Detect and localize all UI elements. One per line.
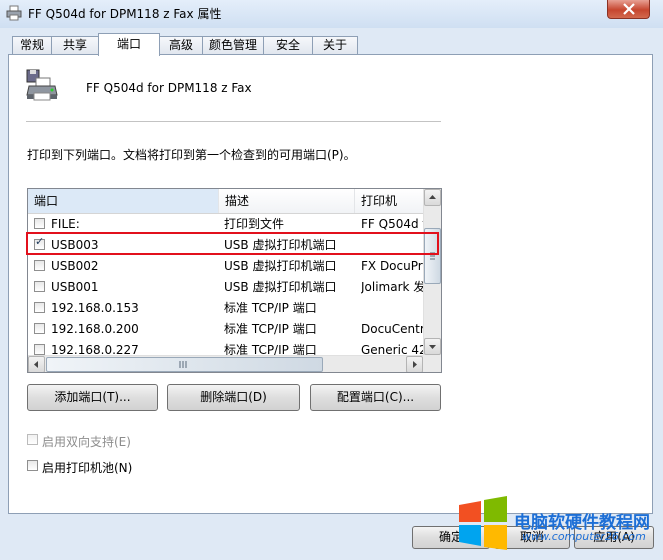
- close-button[interactable]: [607, 0, 650, 19]
- separator: [26, 121, 441, 122]
- port-name: 192.168.0.153: [51, 301, 139, 315]
- tab-color-management[interactable]: 颜色管理: [202, 36, 264, 55]
- horizontal-scroll-thumb[interactable]: [46, 357, 323, 372]
- column-header-port[interactable]: 端口: [28, 189, 219, 213]
- add-port-button[interactable]: 添加端口(T)...: [27, 384, 158, 411]
- port-row[interactable]: USB002 USB 虚拟打印机端口 FX DocuPri: [28, 256, 423, 277]
- port-name: USB001: [51, 280, 99, 294]
- highlight-box: [26, 232, 439, 255]
- port-row[interactable]: 192.168.0.153 标准 TCP/IP 端口: [28, 298, 423, 319]
- printer-pooling-option[interactable]: 启用打印机池(N): [27, 459, 167, 475]
- arrow-down-icon: [429, 345, 436, 349]
- grip-icon: [179, 361, 187, 368]
- scroll-up-button[interactable]: [424, 189, 441, 206]
- window-title: FF Q504d for DPM118 z Fax 属性: [28, 7, 222, 21]
- port-row[interactable]: USB001 USB 虚拟打印机端口 Jolimark 发: [28, 277, 423, 298]
- tab-strip: 常规 共享 端口 高级 颜色管理 安全 关于: [12, 33, 652, 56]
- port-list[interactable]: 端口 描述 打印机 FILE: 打印到文件 FF Q504d f USB003 …: [27, 188, 442, 373]
- port-printer: DocuCentr: [361, 322, 423, 336]
- port-printer: FX DocuPri: [361, 259, 423, 273]
- port-description: 标准 TCP/IP 端口: [224, 301, 317, 315]
- scroll-right-button[interactable]: [406, 356, 423, 372]
- port-description: USB 虚拟打印机端口: [224, 259, 337, 273]
- windows-logo-icon: [459, 496, 507, 550]
- port-name: USB002: [51, 259, 99, 273]
- instruction-text: 打印到下列端口。文档将打印到第一个检查到的可用端口(P)。: [27, 148, 356, 162]
- arrow-up-icon: [429, 195, 436, 199]
- tab-ports[interactable]: 端口: [98, 33, 160, 56]
- port-printer: [361, 298, 423, 319]
- close-icon: [623, 3, 635, 15]
- port-name: 192.168.0.200: [51, 322, 139, 336]
- port-description: USB 虚拟打印机端口: [224, 280, 337, 294]
- port-description: 标准 TCP/IP 端口: [224, 322, 317, 336]
- arrow-left-icon: [34, 361, 38, 368]
- horizontal-scrollbar[interactable]: [28, 355, 423, 372]
- bidirectional-checkbox: [27, 434, 38, 445]
- port-checkbox[interactable]: [34, 344, 45, 355]
- configure-port-button[interactable]: 配置端口(C)...: [310, 384, 441, 411]
- scrollbar-corner: [423, 355, 441, 372]
- watermark-url: www.computer26.com: [522, 530, 646, 543]
- title-bar: FF Q504d for DPM118 z Fax 属性: [0, 0, 663, 28]
- tab-about[interactable]: 关于: [312, 36, 358, 55]
- port-checkbox[interactable]: [34, 281, 45, 292]
- printer-pooling-label: 启用打印机池(N): [42, 461, 133, 475]
- tab-advanced[interactable]: 高级: [159, 36, 203, 55]
- printer-name: FF Q504d for DPM118 z Fax: [86, 81, 252, 95]
- port-list-header: 端口 描述 打印机: [28, 189, 423, 214]
- printer-pooling-checkbox[interactable]: [27, 460, 38, 471]
- port-checkbox[interactable]: [34, 218, 45, 229]
- printer-fax-icon: [26, 69, 58, 101]
- tab-general[interactable]: 常规: [12, 36, 52, 55]
- port-checkbox[interactable]: [34, 260, 45, 271]
- tab-sharing[interactable]: 共享: [51, 36, 99, 55]
- column-header-printer[interactable]: 打印机: [355, 189, 423, 213]
- bidirectional-label: 启用双向支持(E): [42, 435, 131, 449]
- scroll-down-button[interactable]: [424, 338, 441, 355]
- vertical-scrollbar[interactable]: [423, 189, 441, 355]
- printer-icon: [6, 5, 22, 21]
- tab-security[interactable]: 安全: [263, 36, 313, 55]
- port-row[interactable]: 192.168.0.200 标准 TCP/IP 端口 DocuCentr: [28, 319, 423, 340]
- column-header-description[interactable]: 描述: [219, 189, 355, 213]
- port-checkbox[interactable]: [34, 302, 45, 313]
- delete-port-button[interactable]: 删除端口(D): [167, 384, 300, 411]
- port-checkbox[interactable]: [34, 323, 45, 334]
- scroll-left-button[interactable]: [28, 356, 45, 372]
- port-printer: Jolimark 发: [361, 280, 423, 294]
- bidirectional-support-option: 启用双向支持(E): [27, 433, 167, 449]
- arrow-right-icon: [413, 361, 417, 368]
